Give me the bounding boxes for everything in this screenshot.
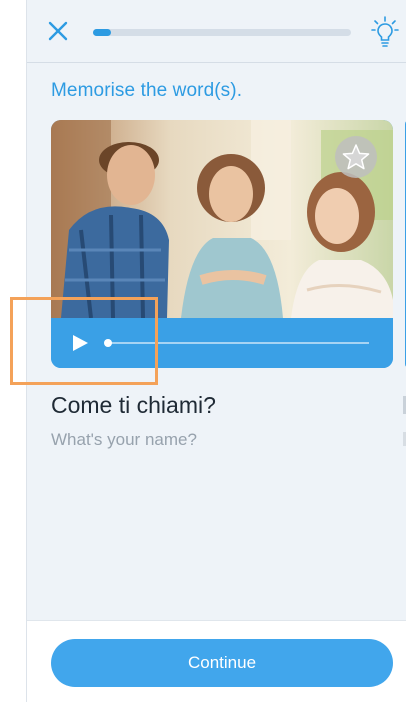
translation-text: What's your name? xyxy=(51,430,197,449)
close-icon[interactable] xyxy=(47,20,69,42)
favorite-button[interactable] xyxy=(335,136,377,178)
continue-button[interactable]: Continue xyxy=(51,639,393,687)
footer: Continue xyxy=(27,620,406,702)
lesson-progress-fill xyxy=(93,29,112,36)
highlight-annotation-box xyxy=(10,297,158,385)
instruction-text: Memorise the word(s). xyxy=(51,80,243,101)
target-word: Come ti chiami? xyxy=(51,392,216,418)
lesson-progress-bar xyxy=(93,29,351,36)
lightbulb-icon[interactable] xyxy=(371,16,399,48)
star-icon xyxy=(342,144,370,170)
header xyxy=(27,0,406,63)
